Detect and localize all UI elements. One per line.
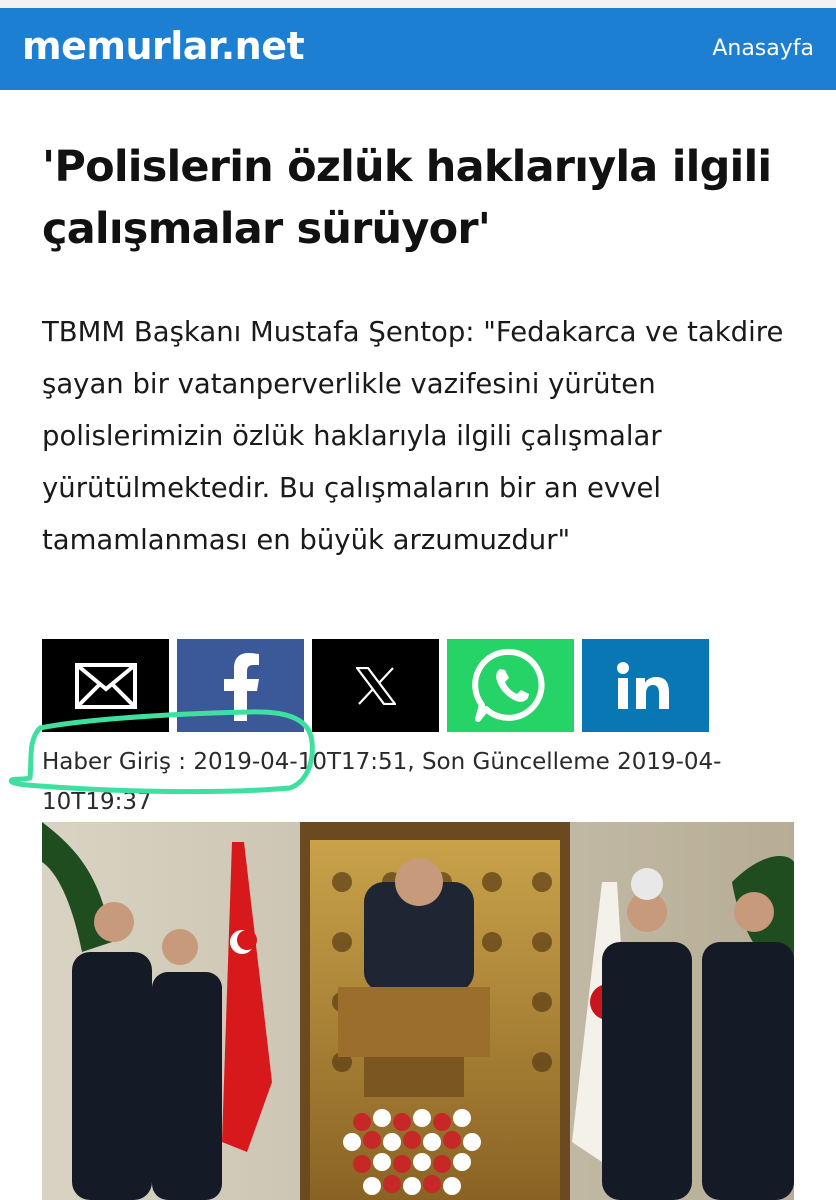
share-bar [42,639,709,732]
linkedin-icon [616,661,669,709]
nav-home-link[interactable]: Anasayfa [712,35,814,63]
share-linkedin-button[interactable] [582,639,709,732]
site-logo[interactable]: memurlar.net [22,24,305,68]
article-page: memurlar.net Anasayfa 'Polislerin özlük … [0,0,836,1200]
whatsapp-icon [471,648,544,722]
site-header: memurlar.net Anasayfa [0,8,836,90]
email-icon [74,662,137,709]
article-photo [42,822,794,1200]
share-whatsapp-button[interactable] [447,639,574,732]
facebook-icon [223,652,259,721]
article-summary: TBMM Başkanı Mustafa Şentop: "Fedakarca … [42,316,784,556]
share-email-button[interactable] [42,639,169,732]
ceremony-photo [42,822,794,1200]
share-x-button[interactable] [312,639,439,732]
share-facebook-button[interactable] [177,639,304,732]
article-dates: Haber Giriş : 2019-04-10T17:51, Son Günc… [42,749,722,815]
article-title: 'Polislerin özlük haklarıyla ilgili çalı… [42,142,772,254]
x-icon [355,666,396,705]
status-strip [0,0,836,8]
